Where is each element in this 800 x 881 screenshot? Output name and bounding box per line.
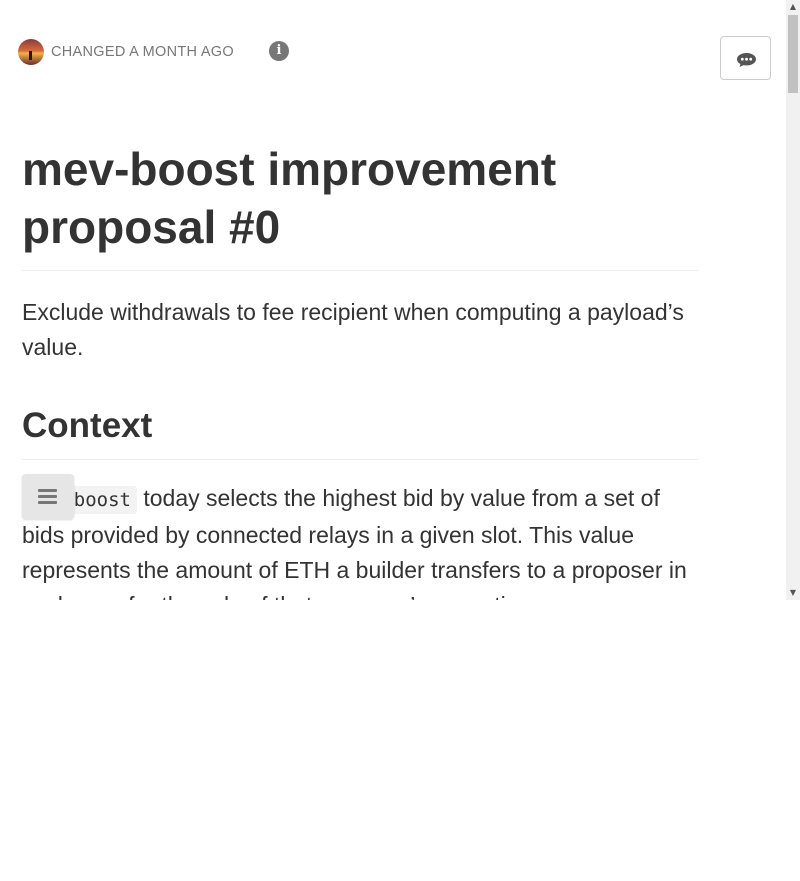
changed-timestamp[interactable]: CHANGED A MONTH AGO xyxy=(51,44,234,60)
document-lead: Exclude withdrawals to fee recipient whe… xyxy=(22,299,684,360)
scroll-up-arrow-icon[interactable]: ▲ xyxy=(786,0,800,14)
comment-icon xyxy=(737,53,756,67)
menu-icon-bar xyxy=(38,495,57,498)
vertical-scrollbar[interactable]: ▲ ▼ xyxy=(786,0,800,600)
table-of-contents-button[interactable] xyxy=(22,474,74,519)
document-title: mev-boost improvement proposal #0 xyxy=(22,140,698,271)
scrollbar-thumb[interactable] xyxy=(788,15,798,93)
section-paragraph: mev-boost today selects the highest bid … xyxy=(22,481,698,600)
comment-button[interactable] xyxy=(720,36,771,80)
document-meta-bar: CHANGED A MONTH AGO i xyxy=(18,38,289,65)
menu-icon-bar xyxy=(38,501,57,504)
menu-icon-bar xyxy=(38,489,57,492)
info-icon[interactable]: i xyxy=(269,41,289,61)
document-viewport: CHANGED A MONTH AGO i mev-boost improvem… xyxy=(0,0,786,600)
section-heading-context: Context xyxy=(22,403,698,460)
scroll-down-arrow-icon[interactable]: ▼ xyxy=(786,586,800,600)
author-avatar[interactable] xyxy=(18,38,44,65)
document-content: mev-boost improvement proposal #0 Exclud… xyxy=(22,140,698,600)
